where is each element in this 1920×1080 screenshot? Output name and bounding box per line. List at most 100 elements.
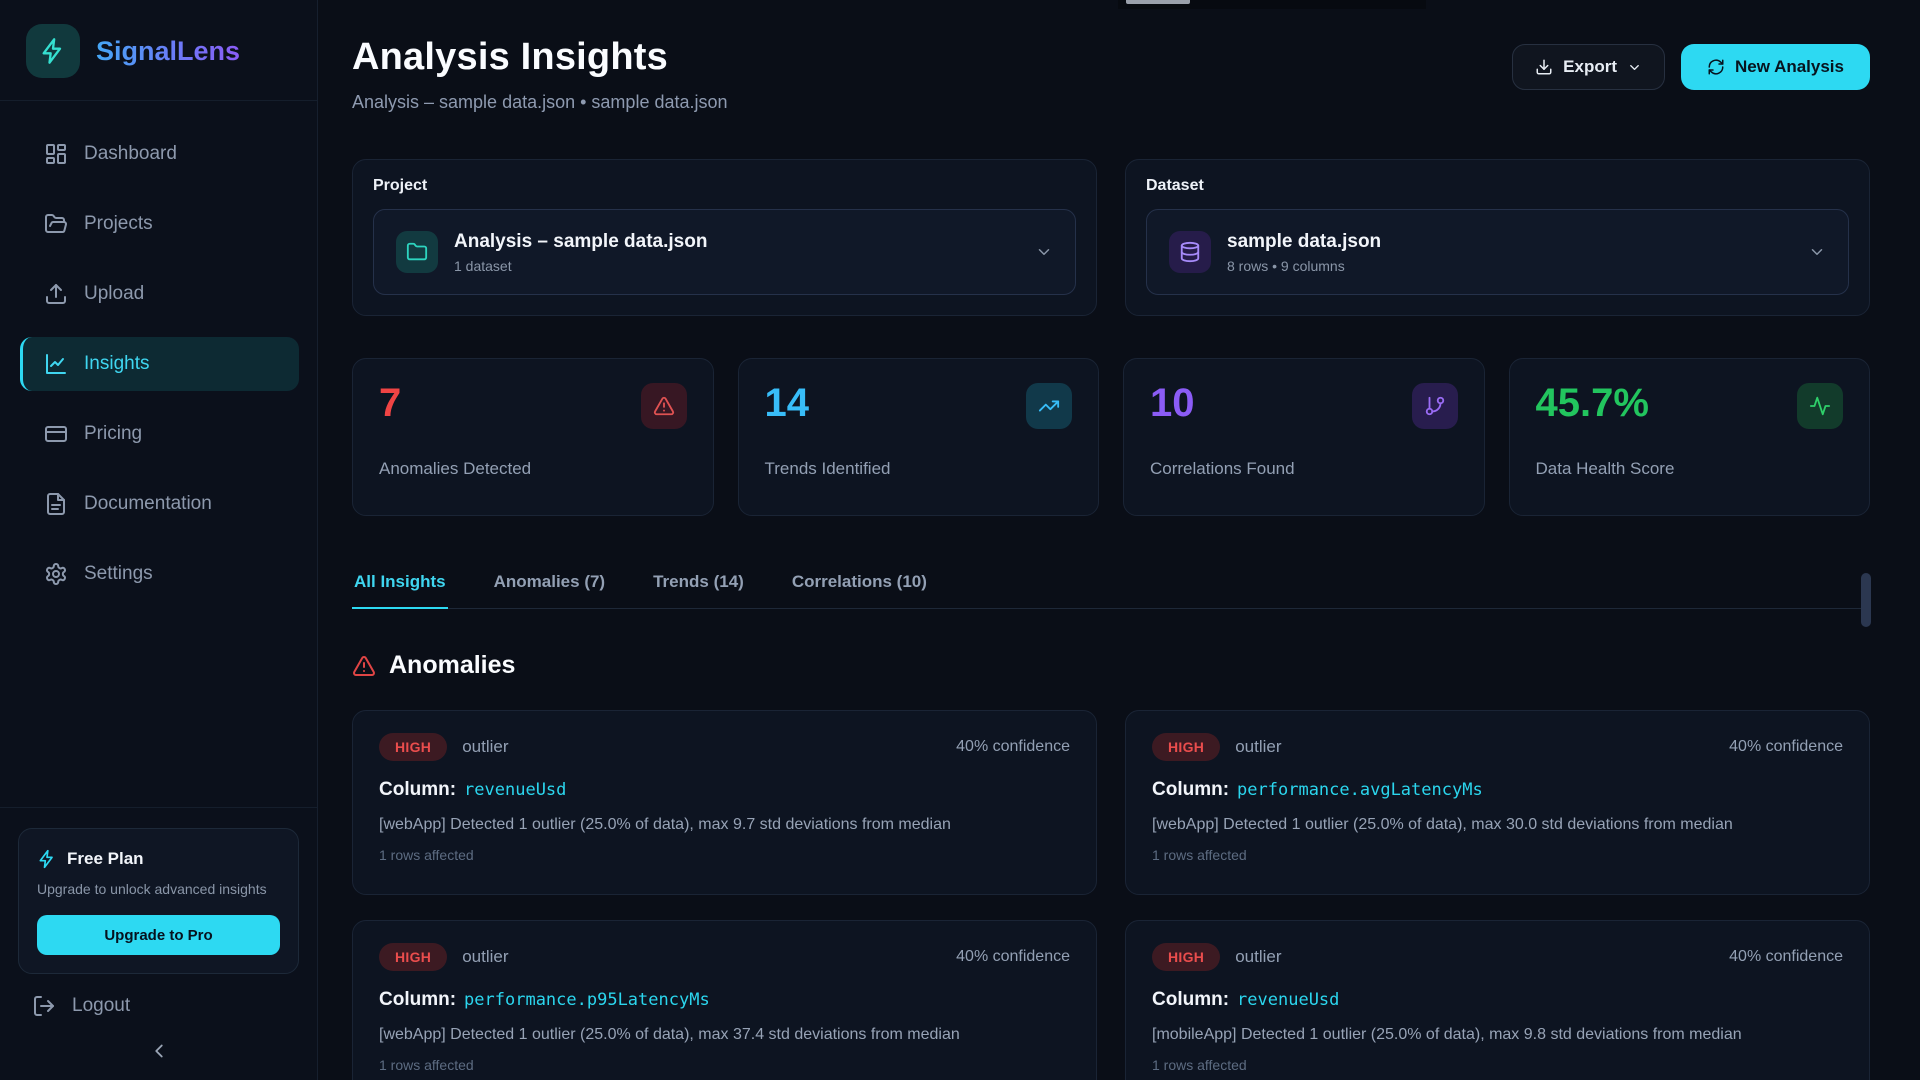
severity-badge: HIGH bbox=[1152, 943, 1220, 971]
dataset-meta: 8 rows • 9 columns bbox=[1227, 258, 1792, 274]
app-logo: SignalLens bbox=[0, 0, 317, 101]
column-name: performance.p95LatencyMs bbox=[464, 990, 710, 1010]
sidebar-item-label: Projects bbox=[84, 213, 153, 235]
anomaly-kind: outlier bbox=[462, 737, 508, 757]
logout-button[interactable]: Logout bbox=[18, 974, 299, 1024]
logout-label: Logout bbox=[72, 995, 130, 1017]
export-button[interactable]: Export bbox=[1512, 44, 1665, 90]
anomalies-section-heading: Anomalies bbox=[352, 651, 1870, 680]
stats-row: 7 Anomalies Detected 14 Trends Identifie… bbox=[352, 358, 1870, 516]
insights-tabs: All Insights Anomalies (7) Trends (14) C… bbox=[352, 572, 1870, 609]
stat-anomalies-detected: 7 Anomalies Detected bbox=[352, 358, 714, 516]
anomaly-description: [webApp] Detected 1 outlier (25.0% of da… bbox=[379, 1026, 1070, 1044]
stat-trends-identified: 14 Trends Identified bbox=[738, 358, 1100, 516]
anomaly-kind: outlier bbox=[1235, 737, 1281, 757]
tab-anomalies[interactable]: Anomalies (7) bbox=[492, 572, 607, 609]
page-header: Analysis Insights Analysis – sample data… bbox=[352, 36, 1870, 113]
sidebar-item-documentation[interactable]: Documentation bbox=[20, 477, 299, 531]
sidebar: SignalLens Dashboard Projects Upload Ins… bbox=[0, 0, 318, 1080]
tab-trends[interactable]: Trends (14) bbox=[651, 572, 746, 609]
trending-up-icon bbox=[1026, 383, 1072, 429]
sidebar-item-label: Pricing bbox=[84, 423, 142, 445]
stat-label: Correlations Found bbox=[1150, 459, 1458, 479]
column-row: Column:revenueUsd bbox=[1152, 989, 1843, 1011]
scrollbar-thumb[interactable] bbox=[1861, 573, 1871, 627]
dataset-value: sample data.json bbox=[1227, 231, 1792, 253]
chevron-down-icon bbox=[1808, 243, 1826, 261]
alert-triangle-icon bbox=[352, 654, 376, 678]
upload-icon bbox=[44, 282, 68, 306]
sidebar-item-insights[interactable]: Insights bbox=[20, 337, 299, 391]
severity-badge: HIGH bbox=[379, 733, 447, 761]
dataset-card: Dataset sample data.json 8 rows • 9 colu… bbox=[1125, 159, 1870, 316]
rows-affected: 1 rows affected bbox=[1152, 847, 1843, 863]
stat-value: 7 bbox=[379, 383, 401, 423]
project-value: Analysis – sample data.json bbox=[454, 231, 1019, 253]
refresh-icon bbox=[1707, 58, 1725, 76]
new-analysis-label: New Analysis bbox=[1735, 57, 1844, 77]
sidebar-footer: Free Plan Upgrade to unlock advanced ins… bbox=[0, 807, 317, 1080]
confidence-label: 40% confidence bbox=[956, 738, 1070, 756]
upgrade-button[interactable]: Upgrade to Pro bbox=[37, 915, 280, 955]
anomaly-description: [webApp] Detected 1 outlier (25.0% of da… bbox=[1152, 816, 1843, 834]
column-row: Column:performance.avgLatencyMs bbox=[1152, 779, 1843, 801]
sidebar-item-label: Upload bbox=[84, 283, 144, 305]
stat-label: Trends Identified bbox=[765, 459, 1073, 479]
activity-icon bbox=[1797, 383, 1843, 429]
sidebar-nav: Dashboard Projects Upload Insights Prici… bbox=[0, 127, 317, 617]
column-name: performance.avgLatencyMs bbox=[1237, 780, 1483, 800]
main-content: Analysis Insights Analysis – sample data… bbox=[318, 0, 1920, 1080]
sidebar-item-label: Dashboard bbox=[84, 143, 177, 165]
page-title: Analysis Insights bbox=[352, 36, 728, 79]
stat-value: 14 bbox=[765, 383, 810, 423]
anomaly-card[interactable]: HIGH outlier 40% confidence Column:reven… bbox=[352, 710, 1097, 895]
severity-badge: HIGH bbox=[379, 943, 447, 971]
sidebar-item-label: Insights bbox=[84, 353, 149, 375]
alert-triangle-icon bbox=[641, 383, 687, 429]
window-grip bbox=[1126, 0, 1190, 4]
column-name: revenueUsd bbox=[464, 780, 566, 800]
anomaly-card[interactable]: HIGH outlier 40% confidence Column:perfo… bbox=[352, 920, 1097, 1080]
confidence-label: 40% confidence bbox=[1729, 738, 1843, 756]
sidebar-item-settings[interactable]: Settings bbox=[20, 547, 299, 601]
project-meta: 1 dataset bbox=[454, 258, 1019, 274]
stat-value: 45.7% bbox=[1536, 383, 1649, 423]
project-label: Project bbox=[373, 177, 1076, 195]
sidebar-item-dashboard[interactable]: Dashboard bbox=[20, 127, 299, 181]
stat-label: Anomalies Detected bbox=[379, 459, 687, 479]
selector-row: Project Analysis – sample data.json 1 da… bbox=[352, 159, 1870, 316]
anomaly-cards-grid: HIGH outlier 40% confidence Column:reven… bbox=[352, 710, 1870, 1080]
sidebar-item-projects[interactable]: Projects bbox=[20, 197, 299, 251]
anomaly-card[interactable]: HIGH outlier 40% confidence Column:perfo… bbox=[1125, 710, 1870, 895]
anomaly-kind: outlier bbox=[1235, 947, 1281, 967]
stat-label: Data Health Score bbox=[1536, 459, 1844, 479]
anomaly-card[interactable]: HIGH outlier 40% confidence Column:reven… bbox=[1125, 920, 1870, 1080]
sidebar-item-upload[interactable]: Upload bbox=[20, 267, 299, 321]
sidebar-item-label: Settings bbox=[84, 563, 153, 585]
file-text-icon bbox=[44, 492, 68, 516]
plan-name: Free Plan bbox=[67, 849, 144, 869]
sidebar-item-pricing[interactable]: Pricing bbox=[20, 407, 299, 461]
plan-description: Upgrade to unlock advanced insights bbox=[37, 879, 280, 899]
project-select[interactable]: Analysis – sample data.json 1 dataset bbox=[373, 209, 1076, 295]
severity-badge: HIGH bbox=[1152, 733, 1220, 761]
confidence-label: 40% confidence bbox=[956, 948, 1070, 966]
credit-card-icon bbox=[44, 422, 68, 446]
zap-icon bbox=[37, 849, 57, 869]
app-title: SignalLens bbox=[96, 36, 240, 67]
column-row: Column:performance.p95LatencyMs bbox=[379, 989, 1070, 1011]
sidebar-collapse-button[interactable] bbox=[18, 1024, 299, 1066]
line-chart-icon bbox=[44, 352, 68, 376]
dashboard-icon bbox=[44, 142, 68, 166]
new-analysis-button[interactable]: New Analysis bbox=[1681, 44, 1870, 90]
download-icon bbox=[1535, 58, 1553, 76]
dataset-select[interactable]: sample data.json 8 rows • 9 columns bbox=[1146, 209, 1849, 295]
rows-affected: 1 rows affected bbox=[379, 847, 1070, 863]
anomaly-description: [mobileApp] Detected 1 outlier (25.0% of… bbox=[1152, 1026, 1843, 1044]
tab-correlations[interactable]: Correlations (10) bbox=[790, 572, 929, 609]
tab-all-insights[interactable]: All Insights bbox=[352, 572, 448, 609]
rows-affected: 1 rows affected bbox=[1152, 1057, 1843, 1073]
project-card: Project Analysis – sample data.json 1 da… bbox=[352, 159, 1097, 316]
database-icon bbox=[1169, 231, 1211, 273]
logout-icon bbox=[32, 994, 56, 1018]
